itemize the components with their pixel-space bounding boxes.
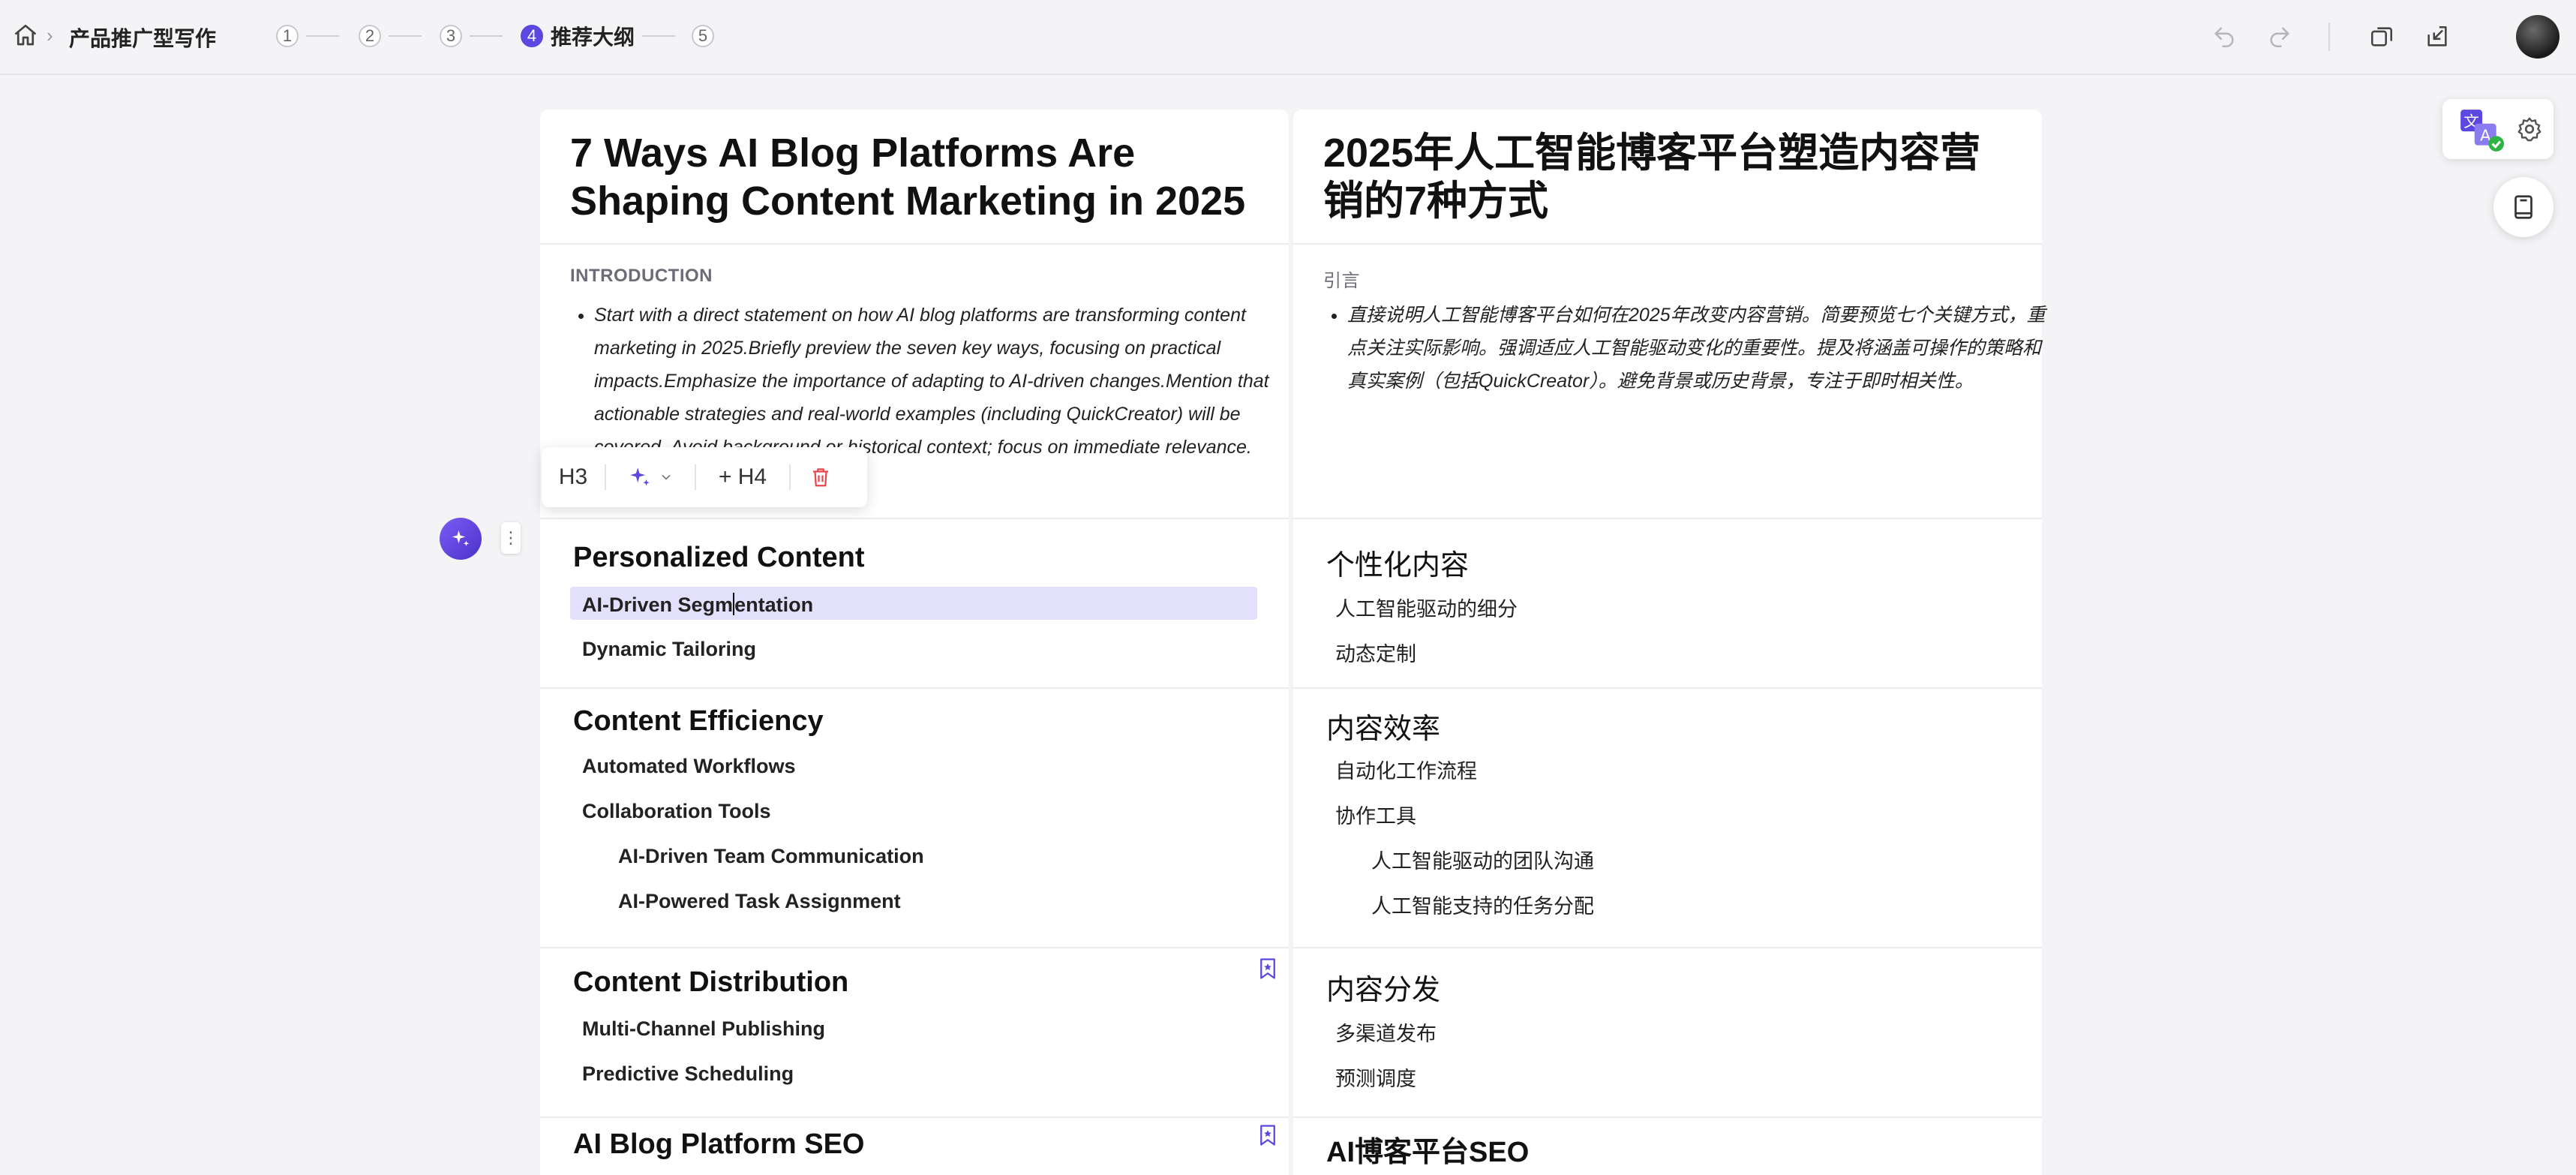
outline-panel-chinese: 2025年人工智能博客平台塑造内容营销的7种方式 引言 直接说明人工智能博客平台… [1293,110,2046,1175]
document-title[interactable]: 2025年人工智能博客平台塑造内容营销的7种方式 [1323,129,2013,225]
delete-button[interactable] [791,447,851,507]
step-5[interactable]: 5 [692,24,714,48]
sparkle-icon [452,530,470,546]
step-number: 1 [276,25,299,47]
outline-section: 内容分发 多渠道发布 预测调度 [1293,947,2042,1118]
sparkle-icon [630,467,650,486]
bookmark-icon[interactable] [1258,957,1277,980]
step-number: 2 [359,25,381,47]
outline-section: AI Blog Platform SEO [540,1116,1289,1175]
toolbar-divider [2328,23,2330,51]
introduction-section: 引言 直接说明人工智能博客平台如何在2025年改变内容营销。简要预览七个关键方式… [1293,243,2046,519]
outline-section: Content Efficiency Automated Workflows C… [540,687,1289,948]
top-bar: › 产品推广型写作 1 2 3 4 推荐大纲 5 [0,0,2576,75]
h4-heading[interactable]: AI-Driven Segmentation [582,593,813,617]
introduction-label: INTRODUCTION [570,266,713,286]
export-icon[interactable] [2423,23,2451,51]
translate-widget: 文 A [2442,99,2553,159]
introduction-text[interactable]: Start with a direct statement on how AI … [594,299,1299,464]
chevron-down-icon [662,474,671,480]
outline-section: 个性化内容 人工智能驱动的细分 动态定制 [1293,518,2042,689]
heading-level-label: H3 [558,464,588,489]
step-connector [470,35,503,37]
redo-icon[interactable] [2265,23,2294,51]
outline-section: Personalized Content AI-Driven Segmentat… [540,518,1289,689]
h4-heading[interactable]: 动态定制 [1335,638,1416,667]
h4-heading[interactable]: 多渠道发布 [1335,1017,1437,1047]
add-h4-label: + H4 [718,464,767,489]
book-icon [2514,195,2532,219]
outline-panel-english: 7 Ways AI Blog Platforms Are Shaping Con… [540,110,1289,1175]
introduction-label: 引言 [1323,271,1360,291]
ai-assist-dropdown[interactable] [606,447,695,507]
document-title[interactable]: 7 Ways AI Blog Platforms Are Shaping Con… [570,129,1260,225]
step-connector [306,35,339,37]
guide-book-button[interactable] [2493,177,2553,237]
outline-section: Content Distribution Multi-Channel Publi… [540,947,1289,1118]
h4-heading[interactable]: Dynamic Tailoring [582,638,756,661]
h3-heading[interactable]: Content Efficiency [573,705,824,738]
gear-icon[interactable] [2516,116,2543,143]
heading-toolbar: H3 + H4 [542,447,867,507]
add-h4-button[interactable]: + H4 [696,447,789,507]
breadcrumb-title[interactable]: 产品推广型写作 [69,23,216,53]
step-number: 3 [440,25,462,47]
step-connector [642,35,676,37]
ai-magic-button[interactable] [440,518,482,560]
h4-heading[interactable]: 自动化工作流程 [1335,755,1477,784]
h3-heading[interactable]: AI博客平台SEO [1326,1128,1529,1170]
bookmark-icon[interactable] [1258,1124,1277,1146]
h4-heading[interactable]: 预测调度 [1335,1062,1416,1092]
step-label: 推荐大纲 [551,26,635,49]
step-number: 4 [521,25,543,47]
h3-heading[interactable]: Content Distribution [573,966,848,999]
duplicate-icon[interactable] [2367,23,2396,51]
h5-heading[interactable]: AI-Powered Task Assignment [618,890,901,913]
title-section: 7 Ways AI Blog Platforms Are Shaping Con… [540,110,1289,245]
outline-section: 内容效率 自动化工作流程 协作工具 人工智能驱动的团队沟通 人工智能支持的任务分… [1293,687,2042,948]
step-3[interactable]: 3 [440,24,503,48]
h5-heading[interactable]: 人工智能驱动的团队沟通 [1371,845,1594,874]
step-connector [389,35,422,37]
h4-heading[interactable]: 协作工具 [1335,800,1416,829]
h5-heading[interactable]: 人工智能支持的任务分配 [1371,890,1594,919]
step-2[interactable]: 2 [359,24,422,48]
chevron-right-icon: › [47,24,53,47]
introduction-list: 直接说明人工智能博客平台如何在2025年改变内容营销。简要预览七个关键方式，重点… [1323,299,2052,398]
outline-section: AI博客平台SEO [1293,1116,2042,1175]
h4-heading[interactable]: Collaboration Tools [582,800,771,823]
text-cursor [733,593,735,615]
h4-heading[interactable]: Predictive Scheduling [582,1062,794,1086]
h5-heading[interactable]: AI-Driven Team Communication [618,845,924,868]
h3-heading[interactable]: Personalized Content [573,542,865,574]
more-options-icon[interactable]: ⋮ [501,522,521,554]
translate-icon[interactable]: 文 A [2457,107,2504,153]
h4-heading[interactable]: Multi-Channel Publishing [582,1017,825,1041]
introduction-text[interactable]: 直接说明人工智能博客平台如何在2025年改变内容营销。简要预览七个关键方式，重点… [1347,299,2052,398]
h3-heading[interactable]: 内容分发 [1326,966,1440,1008]
h3-heading[interactable]: AI Blog Platform SEO [573,1128,864,1161]
heading-level-button[interactable]: H3 [542,447,605,507]
title-section: 2025年人工智能博客平台塑造内容营销的7种方式 [1293,110,2042,245]
step-number: 5 [692,25,714,47]
undo-icon[interactable] [2210,23,2238,51]
step-1[interactable]: 1 [276,24,339,48]
step-4[interactable]: 4 推荐大纲 [521,24,676,49]
h4-heading[interactable]: Automated Workflows [582,755,796,778]
avatar[interactable] [2516,15,2559,59]
home-icon[interactable] [12,22,39,49]
h4-heading[interactable]: 人工智能驱动的细分 [1335,593,1518,622]
h3-heading[interactable]: 内容效率 [1326,705,1440,747]
h3-heading[interactable]: 个性化内容 [1326,542,1469,583]
trash-icon [813,468,828,487]
